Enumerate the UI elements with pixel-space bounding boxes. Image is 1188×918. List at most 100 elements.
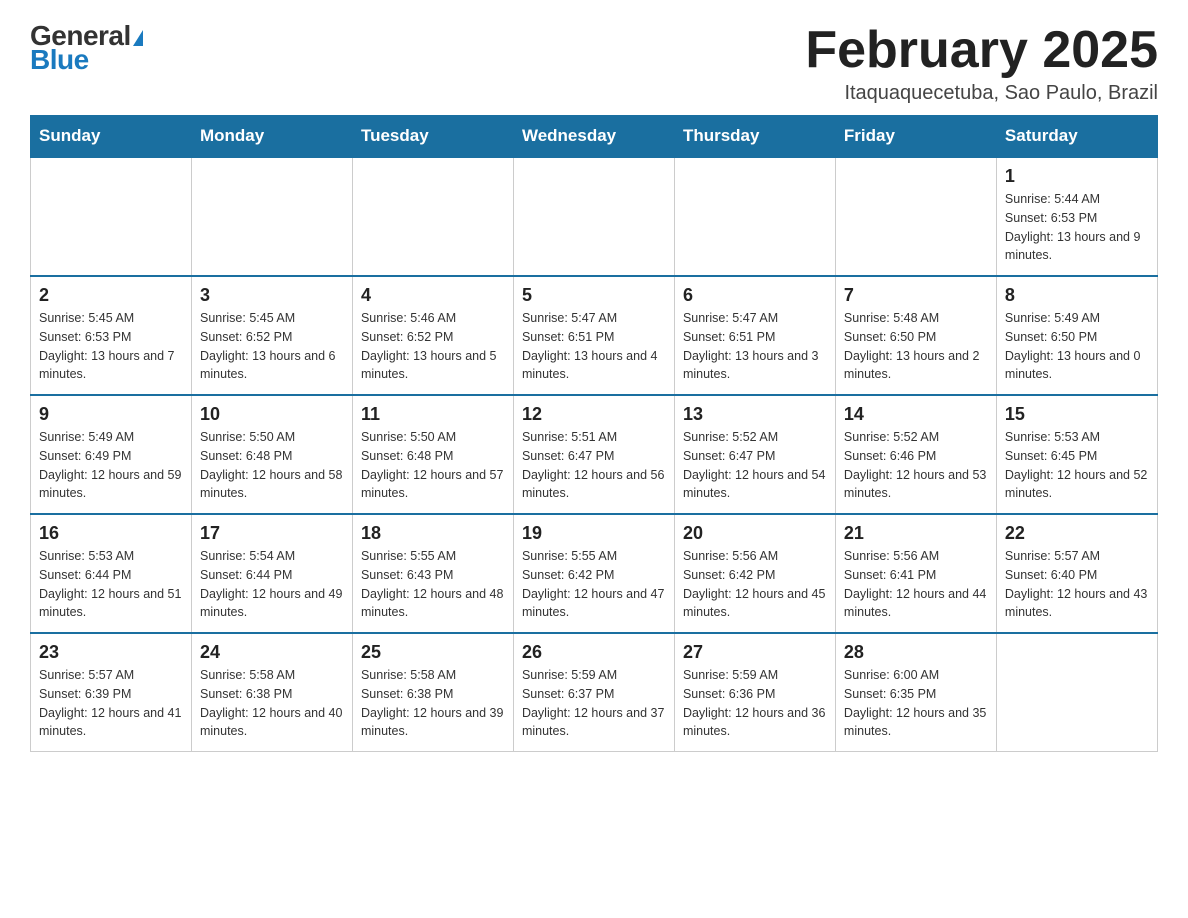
day-info: Sunrise: 5:52 AM Sunset: 6:47 PM Dayligh… xyxy=(683,428,827,503)
title-block: February 2025 Itaquaquecetuba, Sao Paulo… xyxy=(805,20,1158,105)
day-info: Sunrise: 5:55 AM Sunset: 6:43 PM Dayligh… xyxy=(361,547,505,622)
table-row: 14 Sunrise: 5:52 AM Sunset: 6:46 PM Dayli… xyxy=(835,395,996,514)
day-info: Sunrise: 5:50 AM Sunset: 6:48 PM Dayligh… xyxy=(361,428,505,503)
col-friday: Friday xyxy=(835,116,996,158)
day-number: 15 xyxy=(1005,404,1149,425)
day-info: Sunrise: 5:49 AM Sunset: 6:50 PM Dayligh… xyxy=(1005,309,1149,384)
table-row: 15 Sunrise: 5:53 AM Sunset: 6:45 PM Dayli… xyxy=(996,395,1157,514)
day-info: Sunrise: 5:58 AM Sunset: 6:38 PM Dayligh… xyxy=(200,666,344,741)
month-year-title: February 2025 xyxy=(805,20,1158,80)
day-info: Sunrise: 5:56 AM Sunset: 6:42 PM Dayligh… xyxy=(683,547,827,622)
day-number: 18 xyxy=(361,523,505,544)
table-row: 18 Sunrise: 5:55 AM Sunset: 6:43 PM Dayli… xyxy=(352,514,513,633)
table-row: 22Sunrise: 5:57 AM Sunset: 6:40 PM Dayli… xyxy=(996,514,1157,633)
day-info: Sunrise: 5:45 AM Sunset: 6:53 PM Dayligh… xyxy=(39,309,183,384)
table-row: 11 Sunrise: 5:50 AM Sunset: 6:48 PM Dayli… xyxy=(352,395,513,514)
location-subtitle: Itaquaquecetuba, Sao Paulo, Brazil xyxy=(805,82,1158,105)
col-wednesday: Wednesday xyxy=(513,116,674,158)
table-row: 9 Sunrise: 5:49 AM Sunset: 6:49 PM Daylig… xyxy=(31,395,192,514)
table-row xyxy=(996,633,1157,752)
day-number: 17 xyxy=(200,523,344,544)
table-row: 26 Sunrise: 5:59 AM Sunset: 6:37 PM Dayli… xyxy=(513,633,674,752)
calendar-week-row: 23 Sunrise: 5:57 AM Sunset: 6:39 PM Dayli… xyxy=(31,633,1158,752)
table-row: 2 Sunrise: 5:45 AM Sunset: 6:53 PM Daylig… xyxy=(31,276,192,395)
calendar-week-row: 9 Sunrise: 5:49 AM Sunset: 6:49 PM Daylig… xyxy=(31,395,1158,514)
day-number: 9 xyxy=(39,404,183,425)
day-info: Sunrise: 5:44 AM Sunset: 6:53 PM Dayligh… xyxy=(1005,190,1149,265)
day-number: 11 xyxy=(361,404,505,425)
col-monday: Monday xyxy=(191,116,352,158)
day-info: Sunrise: 5:54 AM Sunset: 6:44 PM Dayligh… xyxy=(200,547,344,622)
day-info: Sunrise: 5:53 AM Sunset: 6:45 PM Dayligh… xyxy=(1005,428,1149,503)
day-info: Sunrise: 5:50 AM Sunset: 6:48 PM Dayligh… xyxy=(200,428,344,503)
day-info: Sunrise: 5:52 AM Sunset: 6:46 PM Dayligh… xyxy=(844,428,988,503)
table-row: 5 Sunrise: 5:47 AM Sunset: 6:51 PM Daylig… xyxy=(513,276,674,395)
day-number: 3 xyxy=(200,285,344,306)
day-info: Sunrise: 5:46 AM Sunset: 6:52 PM Dayligh… xyxy=(361,309,505,384)
table-row: 1 Sunrise: 5:44 AM Sunset: 6:53 PM Daylig… xyxy=(996,157,1157,276)
day-info: Sunrise: 5:59 AM Sunset: 6:37 PM Dayligh… xyxy=(522,666,666,741)
table-row: 24 Sunrise: 5:58 AM Sunset: 6:38 PM Dayli… xyxy=(191,633,352,752)
table-row xyxy=(352,157,513,276)
logo-triangle-icon xyxy=(133,30,143,46)
table-row xyxy=(674,157,835,276)
day-number: 10 xyxy=(200,404,344,425)
logo-blue-text: Blue xyxy=(30,44,89,76)
day-number: 23 xyxy=(39,642,183,663)
table-row xyxy=(191,157,352,276)
day-info: Sunrise: 5:55 AM Sunset: 6:42 PM Dayligh… xyxy=(522,547,666,622)
table-row: 3 Sunrise: 5:45 AM Sunset: 6:52 PM Daylig… xyxy=(191,276,352,395)
page-header: General Blue February 2025 Itaquaquecetu… xyxy=(30,20,1158,105)
day-info: Sunrise: 5:47 AM Sunset: 6:51 PM Dayligh… xyxy=(522,309,666,384)
table-row: 16Sunrise: 5:53 AM Sunset: 6:44 PM Dayli… xyxy=(31,514,192,633)
logo: General Blue xyxy=(30,20,143,76)
table-row xyxy=(31,157,192,276)
day-number: 25 xyxy=(361,642,505,663)
day-info: Sunrise: 5:48 AM Sunset: 6:50 PM Dayligh… xyxy=(844,309,988,384)
day-number: 19 xyxy=(522,523,666,544)
calendar-week-row: 16Sunrise: 5:53 AM Sunset: 6:44 PM Dayli… xyxy=(31,514,1158,633)
day-number: 21 xyxy=(844,523,988,544)
table-row: 10 Sunrise: 5:50 AM Sunset: 6:48 PM Dayli… xyxy=(191,395,352,514)
day-info: Sunrise: 5:57 AM Sunset: 6:40 PM Dayligh… xyxy=(1005,547,1149,622)
day-info: Sunrise: 5:51 AM Sunset: 6:47 PM Dayligh… xyxy=(522,428,666,503)
day-info: Sunrise: 5:57 AM Sunset: 6:39 PM Dayligh… xyxy=(39,666,183,741)
day-number: 24 xyxy=(200,642,344,663)
col-tuesday: Tuesday xyxy=(352,116,513,158)
day-number: 12 xyxy=(522,404,666,425)
day-number: 2 xyxy=(39,285,183,306)
day-info: Sunrise: 5:49 AM Sunset: 6:49 PM Dayligh… xyxy=(39,428,183,503)
day-number: 14 xyxy=(844,404,988,425)
day-number: 27 xyxy=(683,642,827,663)
day-info: Sunrise: 5:45 AM Sunset: 6:52 PM Dayligh… xyxy=(200,309,344,384)
table-row: 7 Sunrise: 5:48 AM Sunset: 6:50 PM Daylig… xyxy=(835,276,996,395)
table-row: 27Sunrise: 5:59 AM Sunset: 6:36 PM Dayli… xyxy=(674,633,835,752)
day-number: 7 xyxy=(844,285,988,306)
day-number: 16 xyxy=(39,523,183,544)
calendar-table: Sunday Monday Tuesday Wednesday Thursday… xyxy=(30,115,1158,752)
calendar-week-row: 2 Sunrise: 5:45 AM Sunset: 6:53 PM Daylig… xyxy=(31,276,1158,395)
day-number: 1 xyxy=(1005,166,1149,187)
table-row: 13 Sunrise: 5:52 AM Sunset: 6:47 PM Dayli… xyxy=(674,395,835,514)
table-row: 20Sunrise: 5:56 AM Sunset: 6:42 PM Dayli… xyxy=(674,514,835,633)
day-info: Sunrise: 5:58 AM Sunset: 6:38 PM Dayligh… xyxy=(361,666,505,741)
day-number: 13 xyxy=(683,404,827,425)
day-number: 26 xyxy=(522,642,666,663)
day-number: 5 xyxy=(522,285,666,306)
day-number: 4 xyxy=(361,285,505,306)
table-row: 23 Sunrise: 5:57 AM Sunset: 6:39 PM Dayli… xyxy=(31,633,192,752)
col-thursday: Thursday xyxy=(674,116,835,158)
table-row xyxy=(835,157,996,276)
calendar-header-row: Sunday Monday Tuesday Wednesday Thursday… xyxy=(31,116,1158,158)
table-row: 25 Sunrise: 5:58 AM Sunset: 6:38 PM Dayli… xyxy=(352,633,513,752)
table-row: 17 Sunrise: 5:54 AM Sunset: 6:44 PM Dayli… xyxy=(191,514,352,633)
table-row: 8 Sunrise: 5:49 AM Sunset: 6:50 PM Daylig… xyxy=(996,276,1157,395)
col-sunday: Sunday xyxy=(31,116,192,158)
day-info: Sunrise: 5:56 AM Sunset: 6:41 PM Dayligh… xyxy=(844,547,988,622)
table-row: 28Sunrise: 6:00 AM Sunset: 6:35 PM Dayli… xyxy=(835,633,996,752)
day-info: Sunrise: 5:47 AM Sunset: 6:51 PM Dayligh… xyxy=(683,309,827,384)
day-number: 8 xyxy=(1005,285,1149,306)
table-row: 6Sunrise: 5:47 AM Sunset: 6:51 PM Daylig… xyxy=(674,276,835,395)
table-row xyxy=(513,157,674,276)
table-row: 19 Sunrise: 5:55 AM Sunset: 6:42 PM Dayli… xyxy=(513,514,674,633)
